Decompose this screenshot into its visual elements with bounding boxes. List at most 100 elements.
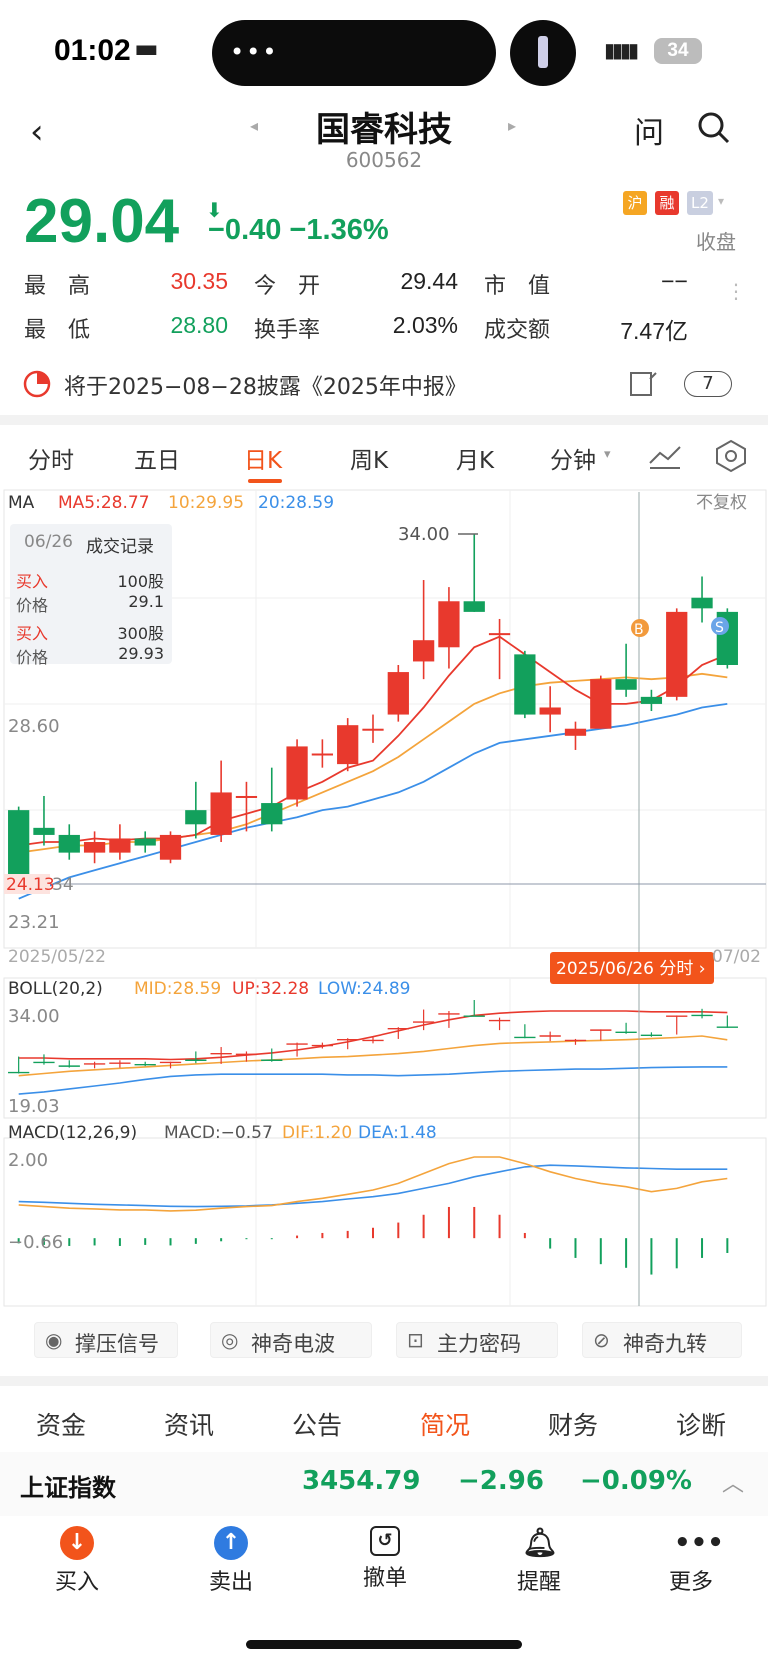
turnover-label: 换手率: [254, 318, 321, 343]
disclosure-notice[interactable]: 将于2025−08−28披露《2025年中报》 7: [0, 355, 768, 415]
search-icon[interactable]: [696, 110, 732, 146]
trade-record-panel[interactable]: 06/26 成交记录 买入 100股 价格 29.1 买入 300股 价格 29…: [10, 524, 172, 667]
tab-funds[interactable]: 资金: [36, 1406, 86, 1442]
index-value: 3454.79: [302, 1466, 421, 1496]
ma5-label: MA5:28.77: [58, 493, 150, 513]
candle-body: [666, 611, 688, 697]
boll-up-label: UP:32.28: [232, 979, 309, 999]
date-end-label: 07/02: [712, 947, 761, 967]
tab-overview[interactable]: 简况: [420, 1406, 470, 1442]
mcap-label: 市 值: [484, 274, 551, 299]
boll-chart: [8, 1000, 738, 1095]
amount-label: 成交额: [484, 318, 551, 343]
tab-diagnosis[interactable]: 诊断: [676, 1406, 726, 1442]
tab-news[interactable]: 资讯: [164, 1406, 214, 1442]
notice-text: 将于2025−08−28披露《2025年中报》: [64, 375, 467, 400]
car-icon: ▬: [134, 34, 159, 64]
divider: [0, 1376, 768, 1386]
index-change: −2.96: [458, 1466, 544, 1496]
market-status: 收盘: [696, 230, 736, 254]
buy-button[interactable]: ↓ 买入: [32, 1526, 122, 1596]
signal-icon: ▮▮▮▮: [604, 38, 639, 62]
current-price: 29.04: [24, 187, 180, 256]
candle-body: [362, 728, 384, 731]
index-ticker[interactable]: 上证指数 3454.79 −2.96 −0.09% ︿: [0, 1452, 768, 1516]
more-vertical-icon[interactable]: ⋮: [726, 281, 746, 301]
boll-mid-label: MID:28.59: [134, 979, 221, 999]
signal-wave-icon: ◉: [45, 1328, 63, 1352]
tool-label: 主力密码: [437, 1332, 521, 1356]
kline-chart-area[interactable]: MA MA5:28.77 10:29.95 20:28.59 不复权 34.00…: [0, 488, 768, 1308]
edit-note-icon[interactable]: [628, 369, 658, 399]
chevron-up-icon[interactable]: ︿: [722, 1466, 744, 1498]
report-icon: [23, 370, 51, 398]
clock: 01:02: [54, 34, 131, 67]
arrow-down-icon: ↓: [60, 1526, 94, 1560]
candle-body: [58, 834, 80, 853]
ma10-line: [18, 672, 728, 854]
candle-body: [337, 725, 359, 765]
chevron-down-icon[interactable]: ▾: [604, 447, 611, 462]
turnover-value: 2.03%: [392, 312, 458, 338]
tab-weekly-k[interactable]: 周K: [350, 441, 388, 475]
ma10-label: 10:29.95: [168, 493, 244, 513]
tab-announcements[interactable]: 公告: [292, 1406, 342, 1442]
cursor-date-label[interactable]: 2025/06/26 分时 ›: [556, 959, 706, 979]
support-resistance-button[interactable]: ◉ 撑压信号: [34, 1322, 178, 1358]
cancel-order-button[interactable]: ↺ 撤单: [340, 1526, 430, 1592]
tab-financials[interactable]: 财务: [548, 1406, 598, 1442]
main-force-code-button[interactable]: ⊡ 主力密码: [396, 1322, 558, 1358]
dif-line: [18, 1156, 728, 1212]
alert-label: 提醒: [516, 1570, 561, 1595]
trade-qty: 300股: [117, 624, 164, 643]
badge-level2[interactable]: L2: [687, 191, 713, 215]
candle-body: [412, 640, 435, 662]
tab-intraday[interactable]: 分时: [28, 441, 74, 475]
alert-button[interactable]: 🔔︎ 提醒: [494, 1526, 584, 1596]
active-tab-indicator: [248, 479, 282, 483]
flashlight-icon[interactable]: [510, 20, 576, 86]
candle-body: [615, 679, 637, 690]
notice-count-badge[interactable]: 7: [684, 371, 732, 397]
high-label: 最 高: [24, 274, 91, 299]
boll-title[interactable]: BOLL(20,2): [8, 979, 103, 999]
tab-daily-k[interactable]: 日K: [244, 441, 282, 475]
settings-hexagon-icon[interactable]: [714, 439, 748, 473]
stock-header: ‹ ◂ 国睿科技 600562 ▸ 问: [0, 100, 768, 180]
change-value: −0.40: [208, 214, 282, 246]
boll-up-line: [18, 1010, 728, 1061]
more-button[interactable]: ••• 更多: [646, 1526, 736, 1596]
tab-monthly-k[interactable]: 月K: [456, 441, 494, 475]
drawing-tool-icon[interactable]: [648, 441, 682, 471]
magic-wave-button[interactable]: ◎ 神奇电波: [210, 1322, 372, 1358]
badge-margin: 融: [655, 191, 679, 215]
candle-body: [8, 810, 30, 884]
ask-button[interactable]: 问: [634, 108, 664, 152]
divider: [0, 415, 768, 425]
tab-minute[interactable]: 分钟: [550, 441, 596, 475]
macd-bottom-label: −0.66: [8, 1232, 63, 1253]
dea-label: DEA:1.48: [358, 1123, 437, 1143]
bell-icon: 🔔︎: [522, 1526, 558, 1559]
date-start-label: 2025/05/22: [8, 947, 106, 967]
trade-price: 29.1: [128, 592, 164, 611]
index-percent: −0.09%: [580, 1466, 692, 1496]
adjust-label[interactable]: 不复权: [696, 493, 747, 513]
panel-frame: [3, 1137, 767, 1307]
magic-nine-turn-button[interactable]: ⊘ 神奇九转: [582, 1322, 742, 1358]
buy-label: 买入: [54, 1570, 99, 1595]
candle-body: [185, 810, 207, 825]
next-stock-icon[interactable]: ▸: [508, 116, 516, 135]
macd-title[interactable]: MACD(12,26,9): [8, 1123, 137, 1143]
chevron-down-icon[interactable]: ▾: [718, 194, 724, 208]
panel-frame: [3, 977, 767, 1119]
candle-body: [514, 654, 536, 715]
trade-price-label: 价格: [16, 648, 49, 667]
dynamic-island: •••: [212, 20, 496, 86]
sell-button[interactable]: ↑ 卖出: [186, 1526, 276, 1596]
check-circle-icon: ⊘: [593, 1328, 610, 1352]
candle-body: [159, 834, 182, 860]
ma-title[interactable]: MA: [8, 493, 35, 513]
change-percent: −1.36%: [289, 214, 389, 246]
tab-five-day[interactable]: 五日: [134, 441, 180, 475]
